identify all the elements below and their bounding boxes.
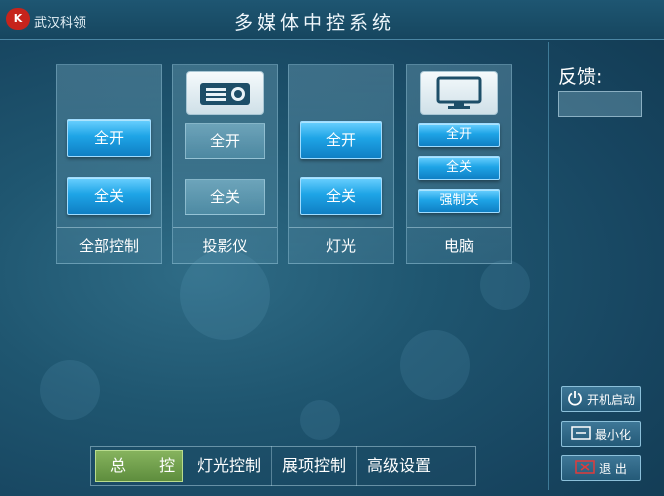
exit-button[interactable]: 退 出 (561, 455, 641, 481)
tab-exhibit-control[interactable]: 展项控制 (272, 446, 358, 486)
computer-on-button[interactable]: 全开 (418, 123, 500, 147)
minimize-button[interactable]: 最小化 (561, 421, 641, 447)
all-on-button[interactable]: 全开 (67, 119, 151, 157)
monitor-icon (420, 71, 498, 115)
panel-label: 灯光 (289, 227, 393, 263)
projector-on-button[interactable]: 全开 (185, 123, 265, 159)
company-name: 武汉科领 (34, 16, 87, 31)
power-icon (567, 390, 583, 409)
title-bar: K 武汉科领 多媒体中控系统 (0, 0, 664, 40)
projector-off-button[interactable]: 全关 (185, 179, 265, 215)
minimize-label: 最小化 (594, 427, 631, 442)
panel-label: 全部控制 (57, 227, 161, 263)
lights-on-button[interactable]: 全开 (300, 121, 382, 159)
power-on-startup-button[interactable]: 开机启动 (561, 386, 641, 412)
lights-off-button[interactable]: 全关 (300, 177, 382, 215)
power-on-startup-label: 开机启动 (586, 392, 635, 407)
company-logo: K (6, 8, 30, 30)
panel-lights: 全开 全关 灯光 (288, 64, 394, 264)
all-off-button[interactable]: 全关 (67, 177, 151, 215)
feedback-display (558, 91, 642, 117)
exit-label: 退 出 (599, 461, 627, 476)
projector-icon (186, 71, 264, 115)
computer-off-button[interactable]: 全关 (418, 156, 500, 180)
close-icon (575, 459, 595, 477)
computer-force-off-button[interactable]: 强制关 (418, 189, 500, 213)
tab-master-control[interactable]: 总 控 (95, 450, 183, 482)
panel-all-control: 全开 全关 全部控制 (56, 64, 162, 264)
feedback-label: 反馈: (558, 66, 603, 88)
bottom-tab-bar: 总 控 灯光控制 展项控制 高级设置 (90, 446, 476, 486)
tab-lighting-control[interactable]: 灯光控制 (187, 446, 273, 486)
main-control-area: 全开 全关 全部控制 全开 全关 投影仪 全开 全关 灯光 全开 全关 强制关 … (8, 42, 549, 490)
minimize-icon (571, 425, 591, 443)
tab-advanced-settings[interactable]: 高级设置 (357, 446, 441, 486)
app-title: 多媒体中控系统 (234, 12, 396, 34)
panel-computer: 全开 全关 强制关 电脑 (406, 64, 512, 264)
panel-label: 投影仪 (173, 227, 277, 263)
panel-label: 电脑 (407, 227, 511, 263)
panel-projector: 全开 全关 投影仪 (172, 64, 278, 264)
